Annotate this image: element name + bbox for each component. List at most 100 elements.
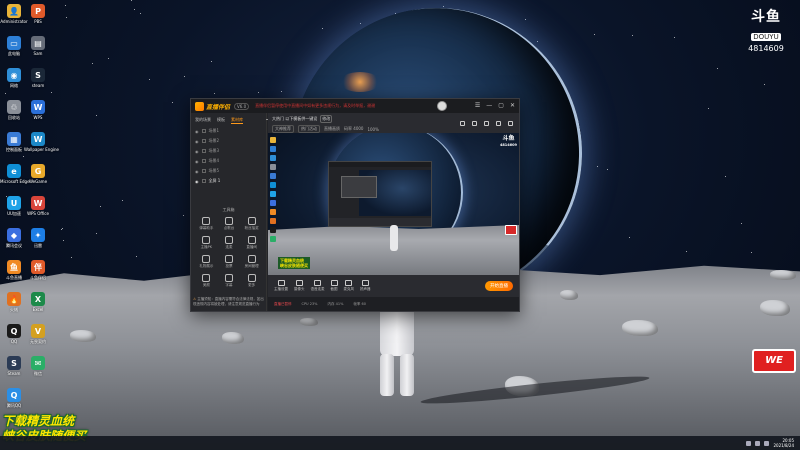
scene-item[interactable]: ◉ 全屏 1 [191, 176, 266, 186]
minimize-icon[interactable]: — [486, 102, 492, 110]
scene-item[interactable]: ◉ 场景1 [191, 126, 266, 136]
desktop-icon[interactable]: ✦ 迅雷 [24, 228, 52, 248]
voice-link-button[interactable]: 语音连麦 [311, 280, 325, 292]
scene-checkbox[interactable] [201, 139, 206, 143]
edit-title-button[interactable]: 修改 [320, 115, 333, 123]
eye-icon[interactable]: ◉ [195, 129, 199, 134]
desktop-icon[interactable]: G WeGame [24, 164, 52, 184]
scene-tab[interactable]: 我的场景 [195, 117, 211, 124]
tool-icon [224, 236, 233, 244]
menu-icon[interactable]: ☰ [475, 102, 480, 110]
close-icon[interactable]: ✕ [510, 102, 515, 110]
tool-button[interactable]: 投票 [218, 255, 241, 269]
tool-button[interactable]: 更多 [240, 274, 263, 288]
room-title[interactable]: 大热门 以下模板供一键设 [272, 116, 317, 122]
app-logo: 直播伴侣 [195, 101, 230, 111]
app-icon: V [31, 324, 45, 338]
scene-checkbox[interactable] [201, 149, 206, 153]
ime-icon[interactable] [764, 440, 770, 446]
moon-rock [300, 318, 318, 326]
tool-grid: 弹幕助手 点歌台 粉丝抽奖主播PK 连麦 直播间礼物展示 投票 房间管理美颜 字幕 更多 [195, 217, 263, 288]
app-icon: Q [7, 388, 21, 402]
screenshot-button[interactable]: 截图 [330, 280, 338, 292]
app-titlebar[interactable]: 直播伴侣 V6.0 直播伴侣暂停使用中直播间中如有更多违规行为，请及时举报，谢谢… [191, 99, 519, 113]
desktop-icon[interactable]: Ssteam [24, 68, 52, 88]
camera-button[interactable]: 摄像头 [294, 280, 305, 292]
star [61, 229, 62, 230]
streaming-app-window[interactable]: 直播伴侣 V6.0 直播伴侣暂停使用中直播间中如有更多违规行为，请及时举报，谢谢… [190, 98, 520, 312]
scene-item[interactable]: ◉ 场景2 [191, 136, 266, 146]
record-icon[interactable] [496, 121, 501, 126]
tool-icon [202, 217, 211, 225]
eye-icon[interactable]: ◉ [195, 149, 199, 154]
tool-button[interactable]: 字幕 [218, 274, 241, 288]
share-icon[interactable] [508, 121, 513, 126]
scene-item[interactable]: ◉ 场景5 [191, 166, 266, 176]
tool-button[interactable]: 点歌台 [218, 217, 241, 231]
tool-label: 美颜 [202, 283, 210, 287]
desktop-icon[interactable]: W WPS [24, 100, 52, 120]
tool-button[interactable]: 主播PK [195, 236, 218, 250]
quality-label[interactable]: 直播画质 [324, 126, 340, 132]
eye-icon[interactable]: ◉ [195, 159, 199, 164]
app-icon: 伴 [31, 260, 45, 274]
scene-tab[interactable]: 模板 [217, 117, 225, 124]
tool-button[interactable]: 连麦 [218, 236, 241, 250]
desktop-icon[interactable]: P PBS [24, 4, 52, 24]
version-badge[interactable]: V6.0 [234, 102, 250, 110]
eye-icon[interactable]: ◉ [195, 179, 199, 184]
tool-button[interactable]: 直播间 [240, 236, 263, 250]
desktop-icon[interactable]: W WPS Office [24, 196, 52, 216]
scene-checkbox[interactable] [201, 179, 206, 183]
go-live-button[interactable]: 开始直播 [485, 281, 513, 291]
eye-icon[interactable]: ◉ [195, 169, 199, 174]
scene-checkbox[interactable] [201, 169, 206, 173]
live-preview[interactable]: 斗鱼 4814609 下载精灵血统 峡谷皮肤随便买 [268, 133, 519, 275]
desktop-icon-label: 斗鱼伴侣 [30, 275, 46, 280]
volume-icon[interactable] [755, 440, 761, 446]
network-icon[interactable] [746, 440, 752, 446]
tool-button[interactable]: 粉丝抽奖 [240, 217, 263, 231]
desktop-icon[interactable]: W Wallpaper Engine [24, 132, 59, 152]
eye-icon[interactable]: ◉ [195, 139, 199, 144]
avatar[interactable] [437, 101, 447, 111]
desktop-icon[interactable]: V 无畏契约 [24, 324, 52, 344]
scene-checkbox[interactable] [201, 129, 206, 133]
streamer-settings-button[interactable]: 主播设置 [274, 280, 288, 292]
star [322, 28, 323, 29]
scene-tab[interactable]: 素材库 [231, 117, 243, 124]
maximize-icon[interactable]: ▢ [498, 102, 504, 110]
star [725, 176, 726, 177]
desktop-icon[interactable]: X Excel [24, 292, 52, 312]
desktop-icon[interactable]: ✉ 微信 [24, 356, 52, 376]
desktop-icon[interactable]: 伴斗鱼伴侣 [24, 260, 52, 280]
control-icon [361, 280, 369, 286]
category-select[interactable]: 大神推荐 [272, 125, 294, 133]
subcategory-select[interactable]: 热门活动 [298, 125, 320, 133]
speaker-button[interactable]: 扬声器 [360, 280, 371, 292]
app-icon: X [31, 292, 45, 306]
scene-checkbox[interactable] [201, 159, 206, 163]
desktop-icon[interactable]: Q 腾讯QQ [0, 388, 28, 408]
microphone-button[interactable]: 麦克风 [344, 280, 354, 292]
layout-icon[interactable] [472, 121, 477, 126]
app-icon: G [31, 164, 45, 178]
tool-button[interactable]: 弹幕助手 [195, 217, 218, 231]
app-icon: P [31, 4, 45, 18]
moon-rock [70, 330, 96, 342]
star [108, 58, 109, 59]
gift-icon[interactable] [484, 121, 489, 126]
tool-button[interactable]: 礼物展示 [195, 255, 218, 269]
scene-item[interactable]: ◉ 场景4 [191, 156, 266, 166]
zoom-label[interactable]: 100% [367, 127, 378, 132]
tool-icon [247, 255, 256, 263]
settings-icon[interactable] [460, 121, 465, 126]
desktop-icon[interactable]: ▤ Sam [24, 36, 52, 56]
status-item: 内存 41% [327, 301, 344, 306]
scene-item[interactable]: ◉ 场景3 [191, 146, 266, 156]
tool-button[interactable]: 美颜 [195, 274, 218, 288]
tool-button[interactable]: 房间管理 [240, 255, 263, 269]
star [140, 13, 141, 14]
clock[interactable]: 20:05 2021/8/24 [773, 438, 794, 448]
app-icon: 👤 [7, 4, 21, 18]
